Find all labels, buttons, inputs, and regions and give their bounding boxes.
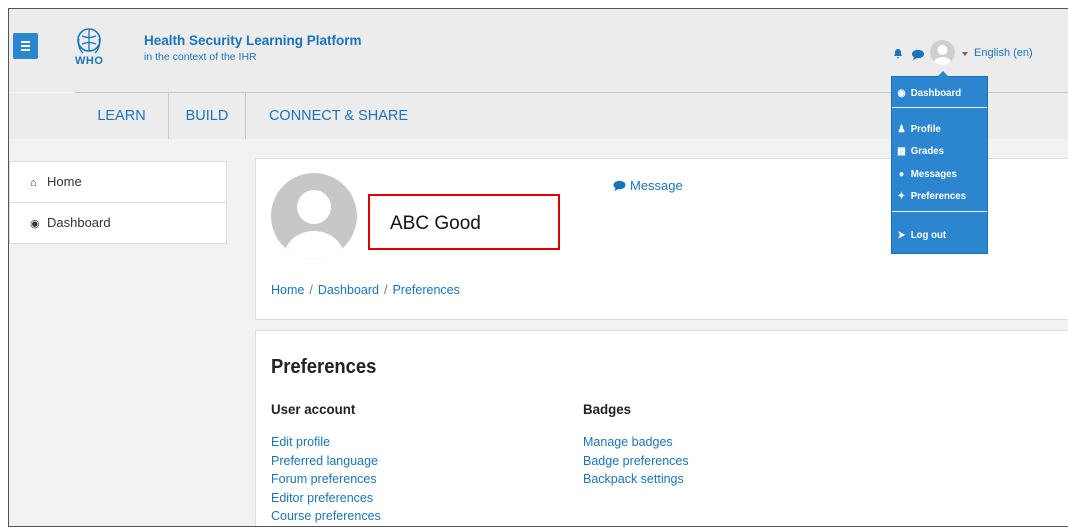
user-menu-profile[interactable]: ♟ Profile bbox=[896, 121, 941, 137]
site-subtitle: in the context of the IHR bbox=[144, 51, 257, 63]
browser-frame: WHO Health Security Learning Platform in… bbox=[8, 8, 1068, 527]
table-icon: ▦ bbox=[897, 146, 906, 157]
badges-heading: Badges bbox=[583, 401, 632, 417]
editor-preferences-link[interactable]: Editor preferences bbox=[271, 489, 381, 508]
chevron-down-icon[interactable] bbox=[962, 52, 968, 56]
preferences-card: Preferences User account Edit profile Pr… bbox=[255, 330, 1068, 526]
preferred-language-link[interactable]: Preferred language bbox=[271, 452, 381, 471]
profile-name: ABC Good bbox=[390, 213, 481, 234]
breadcrumb-dashboard[interactable]: Dashboard bbox=[318, 283, 379, 297]
chat-icon[interactable] bbox=[912, 49, 924, 60]
user-account-heading: User account bbox=[271, 401, 356, 417]
breadcrumb-separator: / bbox=[309, 283, 313, 297]
bell-icon[interactable] bbox=[893, 49, 903, 59]
message-button[interactable]: Message bbox=[613, 178, 683, 193]
dashboard-icon: ◉ bbox=[30, 218, 40, 230]
user-account-links: Edit profile Preferred language Forum pr… bbox=[271, 433, 381, 526]
sidebar-item-label: Dashboard bbox=[47, 215, 111, 230]
sidebar: ⌂ Home ◉ Dashboard bbox=[9, 161, 227, 244]
backpack-settings-link[interactable]: Backpack settings bbox=[583, 470, 689, 489]
site-title[interactable]: Health Security Learning Platform bbox=[144, 33, 362, 48]
dashboard-icon: ◉ bbox=[897, 88, 906, 99]
user-menu-label: Dashboard bbox=[910, 87, 962, 99]
badge-preferences-link[interactable]: Badge preferences bbox=[583, 452, 689, 471]
profile-avatar[interactable] bbox=[271, 173, 357, 259]
forum-preferences-link[interactable]: Forum preferences bbox=[271, 470, 381, 489]
hamburger-menu-button[interactable] bbox=[13, 33, 38, 59]
manage-badges-link[interactable]: Manage badges bbox=[583, 433, 689, 452]
dropdown-caret bbox=[937, 71, 949, 77]
user-menu-dropdown: ◉ Dashboard ♟ Profile ▦ Grades ● Messages ✦ P… bbox=[891, 71, 988, 254]
breadcrumb-home[interactable]: Home bbox=[271, 283, 304, 297]
course-preferences-link[interactable]: Course preferences bbox=[271, 507, 381, 526]
user-menu-preferences[interactable]: ✦ Preferences bbox=[896, 188, 966, 204]
message-label: Message bbox=[630, 178, 683, 193]
user-menu-label: Preferences bbox=[910, 190, 967, 202]
menu-divider bbox=[892, 107, 987, 108]
nav-build[interactable]: BUILD bbox=[169, 93, 245, 139]
wrench-icon: ✦ bbox=[897, 191, 906, 202]
sidebar-item-home[interactable]: ⌂ Home bbox=[10, 162, 226, 203]
user-menu-dashboard[interactable]: ◉ Dashboard bbox=[896, 85, 961, 101]
home-icon: ⌂ bbox=[30, 177, 37, 189]
user-icon: ♟ bbox=[897, 124, 906, 135]
breadcrumb-preferences[interactable]: Preferences bbox=[392, 283, 459, 297]
profile-name-highlight: ABC Good bbox=[368, 194, 560, 250]
menu-divider bbox=[892, 211, 987, 212]
user-menu-logout[interactable]: ➤ Log out bbox=[896, 227, 946, 243]
sign-out-icon: ➤ bbox=[897, 230, 906, 241]
chat-icon bbox=[613, 180, 626, 191]
breadcrumb: Home / Dashboard / Preferences bbox=[271, 283, 460, 297]
who-logo-text: WHO bbox=[75, 55, 104, 67]
sidebar-item-dashboard[interactable]: ◉ Dashboard bbox=[10, 203, 226, 243]
chat-icon: ● bbox=[898, 169, 905, 180]
user-avatar-button[interactable] bbox=[930, 40, 955, 65]
user-menu-label: Messages bbox=[910, 168, 957, 180]
language-selector[interactable]: English (en) bbox=[974, 47, 1033, 59]
user-menu-label: Grades bbox=[910, 145, 945, 157]
user-menu-label: Profile bbox=[910, 123, 941, 135]
badges-links: Manage badges Badge preferences Backpack… bbox=[583, 433, 689, 489]
page-title: Preferences bbox=[271, 356, 377, 378]
nav-connect-share[interactable]: CONNECT & SHARE bbox=[246, 93, 431, 139]
user-menu-grades[interactable]: ▦ Grades bbox=[896, 143, 944, 159]
sidebar-item-label: Home bbox=[47, 174, 82, 189]
user-menu-messages[interactable]: ● Messages bbox=[896, 166, 957, 182]
user-menu-label: Log out bbox=[910, 229, 947, 241]
breadcrumb-separator: / bbox=[383, 283, 388, 297]
nav-learn[interactable]: LEARN bbox=[75, 93, 168, 139]
edit-profile-link[interactable]: Edit profile bbox=[271, 433, 381, 452]
